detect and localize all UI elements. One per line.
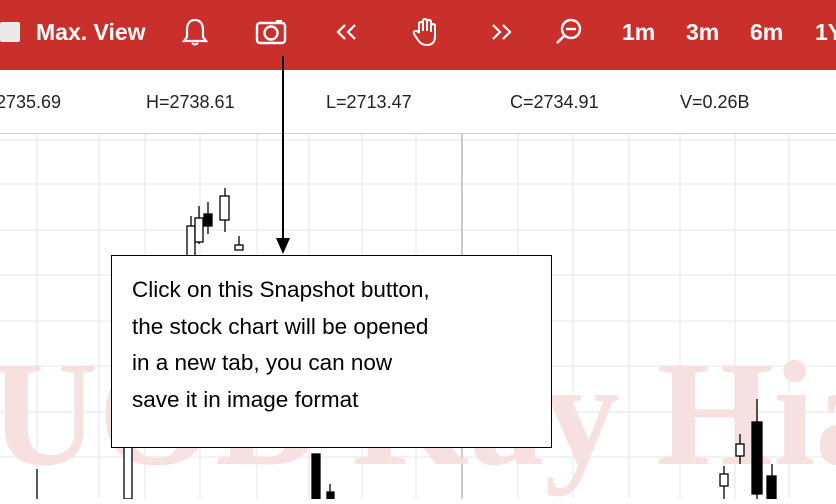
candle: [203, 213, 213, 227]
high-value: H=2738.61: [146, 92, 235, 112]
range-6m-label: 6m: [750, 18, 784, 45]
candle: [219, 195, 230, 221]
alert-button[interactable]: [178, 0, 212, 64]
scroll-left-icon: [336, 24, 356, 40]
volume-value: V=0.26B: [680, 92, 750, 112]
candle: [326, 491, 335, 500]
range-1y-label: 1Y: [815, 18, 836, 45]
snapshot-button[interactable]: [254, 0, 288, 64]
ohlc-info-bar: 2735.69 H=2738.61 L=2713.47 C=2734.91 V=…: [0, 70, 836, 134]
callout-line: in a new tab, you can now: [132, 350, 393, 375]
candle: [311, 453, 321, 500]
callout-line: save it in image format: [132, 386, 359, 412]
callout-line: the stock chart will be opened: [132, 313, 429, 339]
candle: [735, 443, 745, 457]
range-3m-button[interactable]: 3m: [686, 0, 719, 64]
bell-icon: [181, 18, 209, 46]
range-1y-button[interactable]: 1Y: [815, 0, 836, 64]
scroll-right-button[interactable]: [484, 0, 518, 64]
callout-line: Click on this Snapshot button,: [132, 277, 430, 302]
pan-button[interactable]: [409, 0, 443, 64]
range-3m-label: 3m: [686, 18, 720, 45]
max-view-button[interactable]: Max. View: [36, 0, 146, 64]
zoom-out-icon: [556, 18, 582, 44]
low-value: L=2713.47: [326, 92, 412, 112]
open-value: 2735.69: [0, 92, 62, 112]
candle: [194, 217, 204, 243]
pan-hand-icon: [412, 17, 436, 47]
max-view-checkbox[interactable]: [0, 22, 20, 42]
callout-text: Click on this Snapshot button, the stock…: [132, 272, 542, 418]
candle: [719, 473, 729, 487]
snapshot-camera-icon: [255, 20, 287, 45]
candle: [766, 475, 777, 500]
max-view-label: Max. View: [36, 18, 146, 45]
snapshot-callout: Click on this Snapshot button, the stock…: [111, 255, 552, 448]
range-1m-button[interactable]: 1m: [622, 0, 655, 64]
chart-toolbar: Max. View 1m 3m 6m 1Y: [0, 0, 836, 70]
scroll-right-icon: [492, 24, 512, 40]
candle: [234, 244, 244, 251]
scroll-left-button[interactable]: [330, 0, 364, 64]
close-value: C=2734.91: [510, 92, 599, 112]
zoom-out-button[interactable]: [552, 0, 586, 64]
range-1m-label: 1m: [622, 18, 656, 45]
candle: [751, 421, 763, 495]
range-6m-button[interactable]: 6m: [750, 0, 783, 64]
